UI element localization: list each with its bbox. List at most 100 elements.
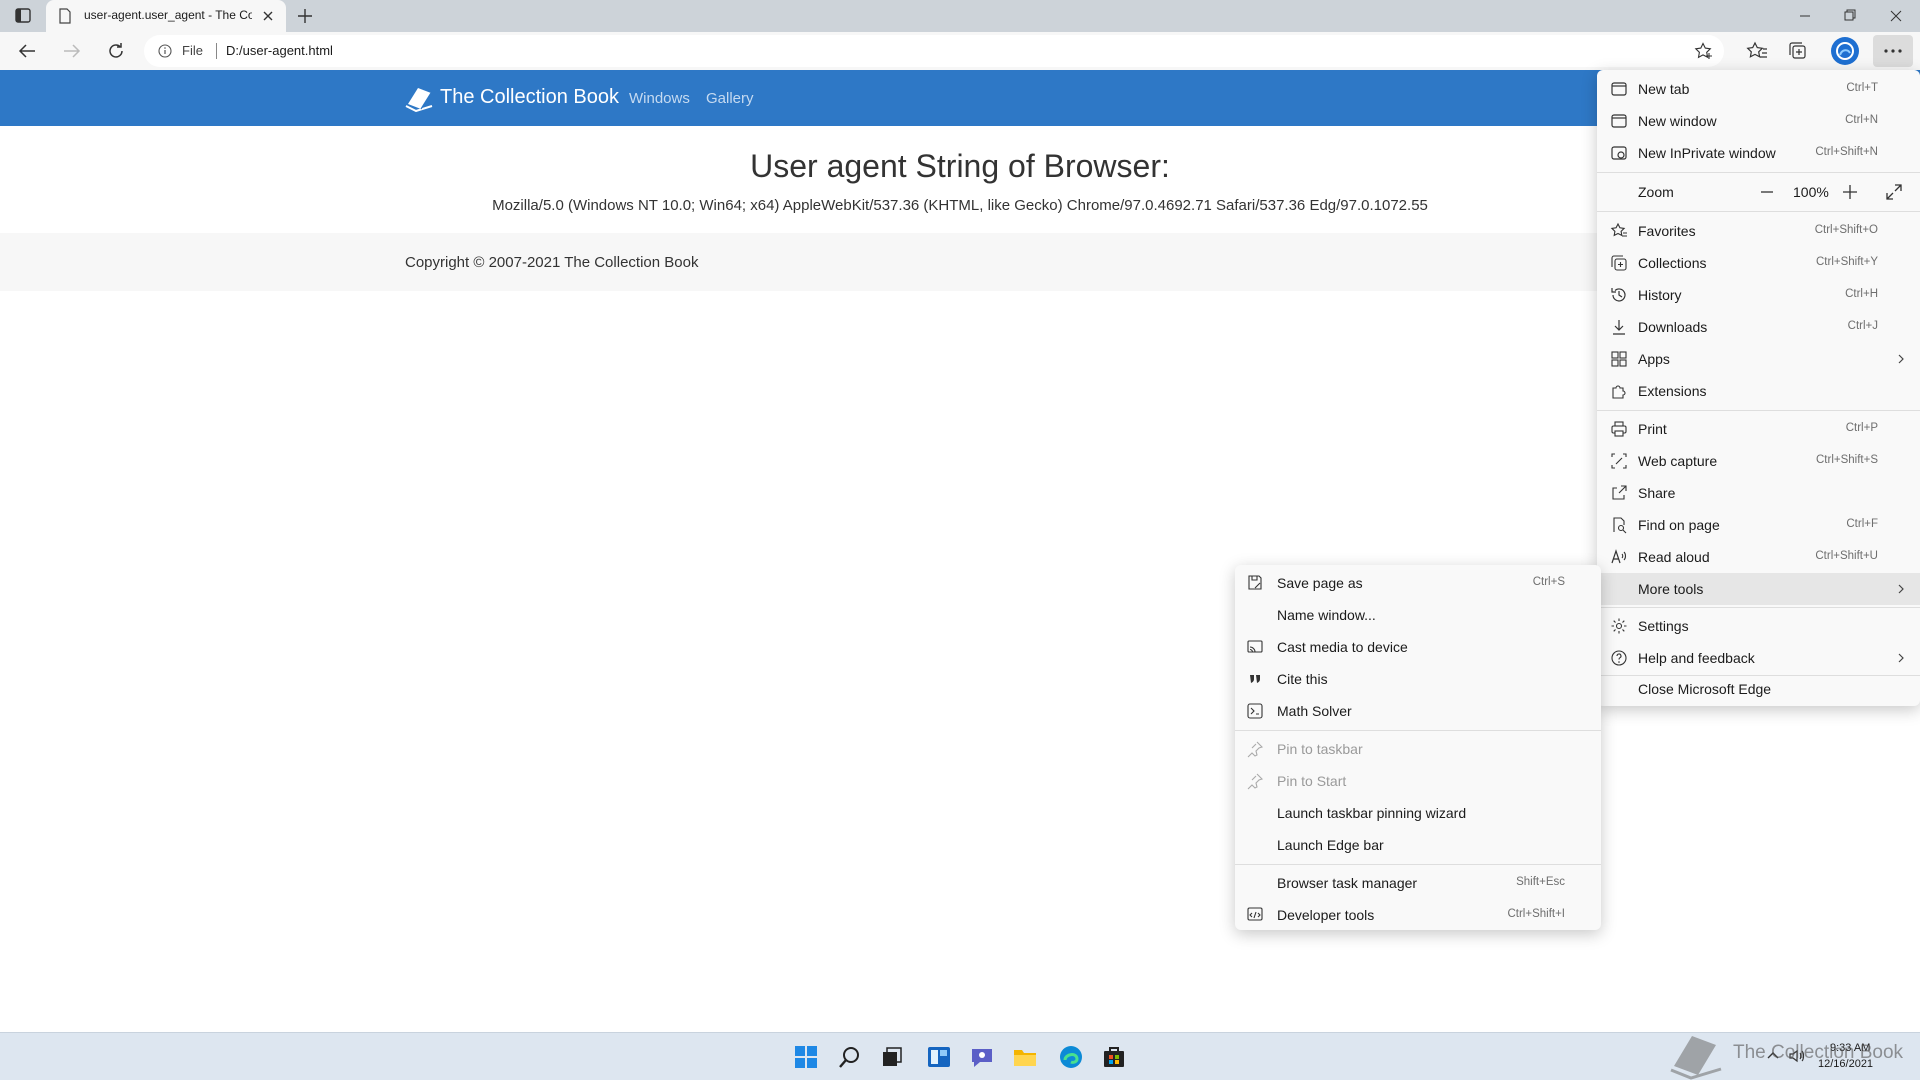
help-icon	[1610, 649, 1628, 667]
tab-actions-icon[interactable]	[12, 6, 34, 26]
watermark-book-icon	[1668, 1030, 1724, 1080]
math-solver-icon	[1246, 702, 1264, 720]
nav-link-gallery[interactable]: Gallery	[706, 90, 754, 107]
minimize-button[interactable]	[1785, 4, 1825, 28]
info-icon[interactable]	[158, 44, 172, 58]
chevron-right-icon	[1897, 353, 1905, 365]
new-tab-button[interactable]	[295, 6, 315, 26]
menu-item-apps[interactable]: Apps	[1597, 343, 1920, 375]
pin-icon	[1246, 740, 1264, 758]
more-tools-submenu: Save page as Ctrl+S Name window... Cast …	[1235, 565, 1601, 930]
submenu-item-launch-taskbar-pinning-wizard[interactable]: Launch taskbar pinning wizard	[1235, 797, 1601, 829]
pin-icon	[1246, 772, 1264, 790]
menu-item-more-tools[interactable]: More tools	[1597, 573, 1920, 605]
submenu-item-launch-edge-bar[interactable]: Launch Edge bar	[1235, 829, 1601, 861]
print-icon	[1610, 420, 1628, 438]
restore-button[interactable]	[1830, 4, 1870, 28]
task-view-icon[interactable]	[878, 1044, 906, 1070]
save-icon	[1246, 574, 1264, 592]
watermark-text: The Collection Book	[1733, 1042, 1904, 1063]
refresh-icon[interactable]	[104, 40, 128, 62]
book-logo-icon[interactable]	[404, 84, 434, 112]
submenu-item-browser-task-manager[interactable]: Browser task manager Shift+Esc	[1235, 867, 1601, 899]
submenu-item-pin-to-start: Pin to Start	[1235, 765, 1601, 797]
web-capture-icon	[1610, 452, 1628, 470]
chat-icon[interactable]	[968, 1044, 996, 1070]
add-favorite-icon[interactable]	[1694, 42, 1714, 60]
menu-item-close-microsoft-edge[interactable]: Close Microsoft Edge	[1597, 673, 1920, 705]
cast-icon	[1246, 638, 1264, 656]
submenu-item-name-window[interactable]: Name window...	[1235, 599, 1601, 631]
settings-and-more-button[interactable]	[1873, 35, 1913, 67]
extensions-icon	[1610, 382, 1628, 400]
zoom-in-icon[interactable]	[1841, 183, 1859, 201]
taskbar: 9:33 AM 12/16/2021	[0, 1032, 1920, 1080]
menu-divider	[1597, 172, 1920, 173]
menu-item-new-inprivate-window[interactable]: New InPrivate window Ctrl+Shift+N	[1597, 137, 1920, 169]
edge-browser-icon[interactable]	[1057, 1044, 1085, 1070]
new-tab-icon	[1610, 80, 1628, 98]
copyright-text: Copyright © 2007-2021 The Collection Boo…	[405, 254, 699, 271]
favorites-icon[interactable]	[1745, 40, 1769, 62]
history-icon	[1610, 286, 1628, 304]
chevron-right-icon	[1897, 583, 1905, 595]
menu-divider	[1597, 607, 1920, 608]
submenu-item-save-page-as[interactable]: Save page as Ctrl+S	[1235, 567, 1601, 599]
menu-item-print[interactable]: Print Ctrl+P	[1597, 413, 1920, 445]
quote-icon	[1246, 670, 1264, 688]
download-icon	[1610, 318, 1628, 336]
menu-item-new-window[interactable]: New window Ctrl+N	[1597, 105, 1920, 137]
inprivate-icon	[1610, 144, 1628, 162]
submenu-item-math-solver[interactable]: Math Solver	[1235, 695, 1601, 727]
profile-avatar-icon[interactable]	[1831, 37, 1859, 65]
fullscreen-icon[interactable]	[1885, 183, 1903, 201]
menu-item-downloads[interactable]: Downloads Ctrl+J	[1597, 311, 1920, 343]
widgets-icon[interactable]	[925, 1044, 953, 1070]
forward-icon[interactable]	[60, 40, 84, 62]
address-bar[interactable]: File D:/user-agent.html	[144, 35, 1724, 67]
menu-item-web-capture[interactable]: Web capture Ctrl+Shift+S	[1597, 445, 1920, 477]
submenu-item-pin-to-taskbar: Pin to taskbar	[1235, 733, 1601, 765]
menu-item-favorites[interactable]: Favorites Ctrl+Shift+O	[1597, 215, 1920, 247]
active-tab[interactable]: user-agent.user_agent - The Collection B…	[46, 0, 286, 32]
menu-item-extensions[interactable]: Extensions	[1597, 375, 1920, 407]
menu-item-help-and-feedback[interactable]: Help and feedback	[1597, 642, 1920, 674]
new-window-icon	[1610, 112, 1628, 130]
menu-item-find-on-page[interactable]: Find on page Ctrl+F	[1597, 509, 1920, 541]
menu-item-share[interactable]: Share	[1597, 477, 1920, 509]
menu-divider	[1597, 211, 1920, 212]
nav-link-windows[interactable]: Windows	[629, 90, 690, 107]
apps-icon	[1610, 350, 1628, 368]
submenu-divider	[1235, 730, 1601, 731]
scheme-label: File	[182, 43, 203, 58]
menu-item-history[interactable]: History Ctrl+H	[1597, 279, 1920, 311]
settings-icon	[1610, 617, 1628, 635]
close-window-button[interactable]	[1876, 4, 1916, 28]
submenu-item-developer-tools[interactable]: Developer tools Ctrl+Shift+I	[1235, 899, 1601, 931]
url-text[interactable]: D:/user-agent.html	[226, 43, 333, 58]
brand-name[interactable]: The Collection Book	[440, 86, 619, 109]
find-icon	[1610, 516, 1628, 534]
search-icon[interactable]	[836, 1044, 864, 1070]
read-aloud-icon	[1610, 548, 1628, 566]
menu-item-read-aloud[interactable]: Read aloud Ctrl+Shift+U	[1597, 541, 1920, 573]
file-explorer-icon[interactable]	[1011, 1044, 1039, 1070]
tab-close-icon[interactable]	[260, 8, 276, 24]
submenu-item-cite-this[interactable]: Cite this	[1235, 663, 1601, 695]
start-icon[interactable]	[792, 1044, 820, 1070]
back-icon[interactable]	[15, 40, 39, 62]
zoom-out-icon[interactable]	[1759, 185, 1775, 199]
page-icon	[58, 8, 72, 24]
menu-item-new-tab[interactable]: New tab Ctrl+T	[1597, 73, 1920, 105]
tab-strip: user-agent.user_agent - The Collection B…	[0, 0, 1920, 32]
collections-icon[interactable]	[1786, 40, 1810, 62]
submenu-item-cast-media[interactable]: Cast media to device	[1235, 631, 1601, 663]
chevron-right-icon	[1897, 652, 1905, 664]
browser-toolbar: File D:/user-agent.html	[0, 32, 1920, 70]
menu-item-collections[interactable]: Collections Ctrl+Shift+Y	[1597, 247, 1920, 279]
menu-item-settings[interactable]: Settings	[1597, 610, 1920, 642]
zoom-level: 100%	[1793, 184, 1829, 200]
store-icon[interactable]	[1100, 1044, 1128, 1070]
favorites-icon	[1610, 222, 1628, 240]
submenu-divider	[1235, 864, 1601, 865]
